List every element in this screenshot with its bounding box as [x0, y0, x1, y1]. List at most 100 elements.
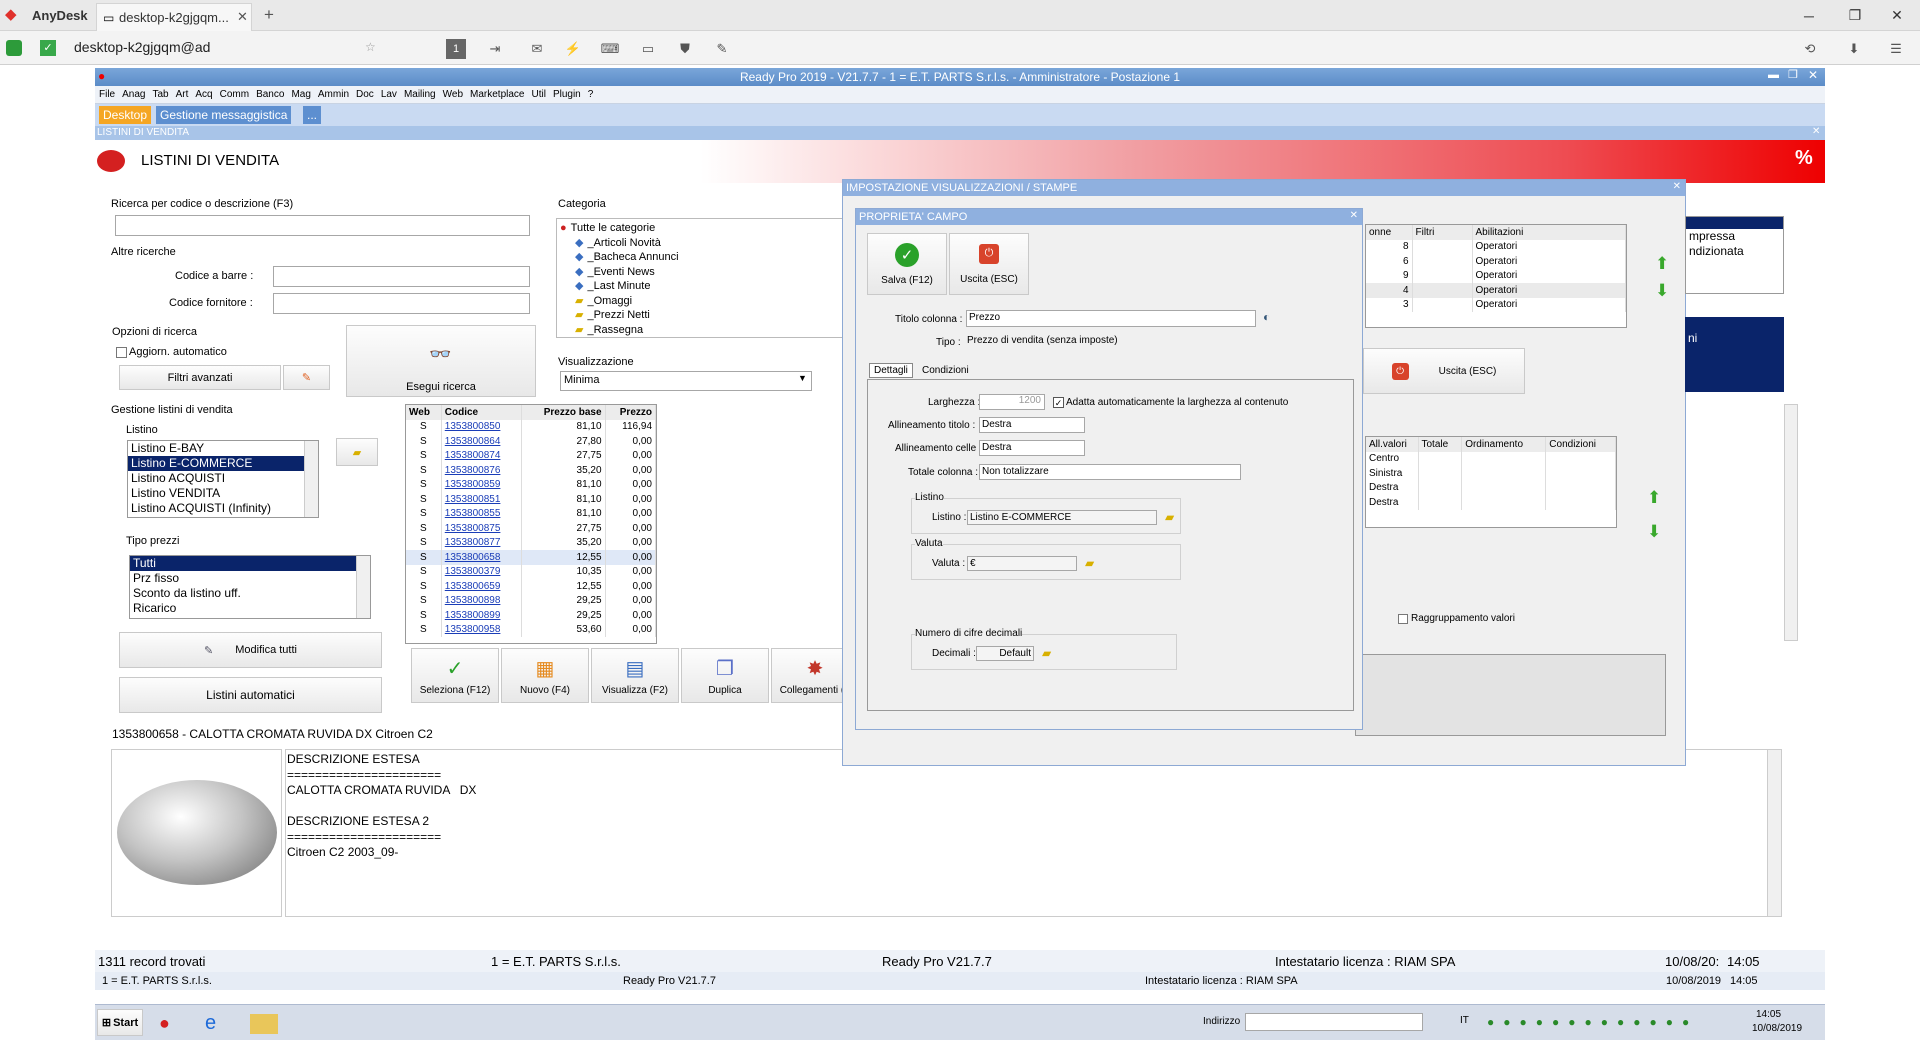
- articoli-grid[interactable]: Web Codice Prezzo base Prezzo S 1353800850 81…: [405, 404, 657, 644]
- table-row[interactable]: S 1353800379 10,35 0,00: [406, 564, 656, 579]
- menu-6[interactable]: Banco: [252, 86, 287, 100]
- grid-header[interactable]: Prezzo: [605, 405, 656, 420]
- close-window-icon[interactable]: ✕: [1874, 0, 1920, 31]
- category-item[interactable]: ◆ _Last Minute: [557, 279, 845, 294]
- right-option-2[interactable]: ndizionata: [1686, 244, 1783, 259]
- valuta-folder-icon[interactable]: ▰: [1085, 556, 1094, 570]
- uscita-button[interactable]: ⏻ Uscita (ESC): [949, 233, 1029, 295]
- tab-dettagli[interactable]: Dettagli: [869, 363, 913, 378]
- table-row[interactable]: S 1353800877 35,20 0,00: [406, 535, 656, 550]
- decimali-folder-icon[interactable]: ▰: [1042, 646, 1051, 660]
- table-row[interactable]: Sinistra: [1366, 466, 1616, 481]
- window-close-icon[interactable]: ✕: [1812, 126, 1820, 137]
- menu-icon[interactable]: ☰: [1886, 39, 1906, 59]
- app-restore-icon[interactable]: ❐: [1788, 68, 1798, 81]
- filtri-button[interactable]: Filtri avanzati: [119, 365, 281, 390]
- fornitore-input[interactable]: [273, 293, 530, 314]
- grid-header[interactable]: Prezzo base: [521, 405, 606, 420]
- download-icon[interactable]: ⬇: [1844, 39, 1864, 59]
- table-row[interactable]: S 1353800898 29,25 0,00: [406, 593, 656, 608]
- listino-item[interactable]: Listino ACQUISTI: [128, 471, 318, 486]
- titolo-input[interactable]: Prezzo: [966, 310, 1256, 327]
- chat-icon[interactable]: ✉: [527, 39, 547, 59]
- category-item[interactable]: ● Tutte le categorie: [557, 221, 845, 236]
- readypro-taskbar-icon[interactable]: ●: [159, 1013, 170, 1034]
- esegui-ricerca-button[interactable]: 👓 Esegui ricerca: [346, 325, 536, 397]
- decimali-field[interactable]: Default: [976, 646, 1034, 661]
- allin-celle-select[interactable]: Destra: [979, 440, 1085, 456]
- visualizzazione-select[interactable]: Minima: [560, 371, 812, 391]
- move-down-icon[interactable]: ⬇: [1655, 281, 1669, 301]
- imp-top-header[interactable]: Filtri: [1412, 225, 1473, 240]
- close-tab-icon[interactable]: ✕: [237, 9, 248, 25]
- salva-button[interactable]: ✓ Salva (F12): [867, 233, 947, 295]
- display-icon[interactable]: ▭: [638, 39, 658, 59]
- category-item[interactable]: ◆ _Bacheca Annunci: [557, 250, 845, 265]
- table-row[interactable]: Centro: [1366, 451, 1616, 466]
- grid-header[interactable]: Web: [406, 405, 442, 420]
- switch-icon[interactable]: ⇥: [485, 39, 505, 59]
- display-1-icon[interactable]: 1: [446, 39, 466, 59]
- campi-bottom-grid[interactable]: All.valori Totale Ordinamento Condizioni Cen…: [1365, 436, 1617, 528]
- table-row[interactable]: S 1353800876 35,20 0,00: [406, 463, 656, 478]
- app-close-icon[interactable]: ✕: [1808, 68, 1818, 82]
- table-row[interactable]: 9 Operatori: [1366, 268, 1626, 283]
- move-up-icon-2[interactable]: ⬆: [1647, 488, 1661, 508]
- listini-automatici-button[interactable]: Listini automatici: [119, 677, 382, 713]
- right-option-1[interactable]: mpressa: [1686, 229, 1783, 244]
- session-tab[interactable]: ▭ desktop-k2gjgqm... ✕: [96, 3, 252, 31]
- right-selected-list[interactable]: ni: [1685, 317, 1784, 392]
- start-button[interactable]: ⊞ Start: [97, 1009, 143, 1036]
- menu-5[interactable]: Comm: [216, 86, 252, 100]
- table-row[interactable]: S 1353800899 29,25 0,00: [406, 608, 656, 623]
- listino-item[interactable]: Listino ACQUISTI (Infinity): [128, 501, 318, 516]
- table-row[interactable]: Destra: [1366, 480, 1616, 495]
- permissions-icon[interactable]: ⛊: [675, 39, 695, 59]
- filter-clear-button[interactable]: ✎: [283, 365, 330, 390]
- tab-desktop[interactable]: Desktop: [99, 106, 152, 124]
- category-item[interactable]: ◆ _Articoli Novità: [557, 236, 845, 251]
- category-item[interactable]: ▰ _Omaggi: [557, 294, 845, 309]
- listino-field[interactable]: Listino E-COMMERCE: [967, 510, 1157, 525]
- app-minimize-icon[interactable]: ▬: [1768, 69, 1779, 81]
- menu-16[interactable]: ?: [584, 86, 597, 100]
- category-item[interactable]: ▰ _Prezzi Netti: [557, 308, 845, 323]
- tipo-item[interactable]: Sconto da listino uff.: [130, 586, 370, 601]
- table-row[interactable]: S 1353800850 81,10 116,94: [406, 419, 656, 434]
- listino-item[interactable]: Listino VENDITA: [128, 486, 318, 501]
- draw-icon[interactable]: ✎: [712, 39, 732, 59]
- listino-folder-button[interactable]: ▰: [336, 438, 378, 466]
- search-input[interactable]: [115, 215, 530, 236]
- imp-top-header[interactable]: onne: [1366, 225, 1413, 240]
- adatta-checkbox[interactable]: ✓: [1053, 397, 1064, 408]
- campi-top-grid[interactable]: onne Filtri Abilitazioni 8 Operatori 6 Operato…: [1365, 224, 1627, 328]
- modifica-tutti-button[interactable]: ✎ Modifica tutti: [119, 632, 382, 668]
- table-row[interactable]: Destra: [1366, 495, 1616, 510]
- menu-1[interactable]: Anag: [118, 86, 148, 100]
- table-row[interactable]: 6 Operatori: [1366, 254, 1626, 269]
- menu-9[interactable]: Doc: [352, 86, 377, 100]
- action-button-2[interactable]: ▤ Visualizza (F2): [591, 648, 679, 703]
- category-item[interactable]: ▰ _Rassegna: [557, 323, 845, 338]
- barcode-input[interactable]: [273, 266, 530, 287]
- menu-13[interactable]: Marketplace: [466, 86, 527, 100]
- totale-select[interactable]: Non totalizzare: [979, 464, 1241, 480]
- tipo-item[interactable]: Tutti: [130, 556, 370, 571]
- imp-uscita-button[interactable]: ⏻ Uscita (ESC): [1363, 348, 1525, 394]
- table-row[interactable]: S 1353800958 53,60 0,00: [406, 622, 656, 637]
- category-item[interactable]: ◆ _Eventi News: [557, 265, 845, 280]
- new-tab-icon[interactable]: +: [264, 5, 274, 25]
- table-row[interactable]: S 1353800859 81,10 0,00: [406, 477, 656, 492]
- valuta-field[interactable]: €: [967, 556, 1077, 571]
- action-button-3[interactable]: ❐ Duplica: [681, 648, 769, 703]
- categoria-tree[interactable]: ● Tutte le categorie ◆ _Articoli Novità ◆ _Ba…: [556, 218, 846, 338]
- explorer-taskbar-icon[interactable]: [250, 1014, 278, 1034]
- detail-scrollbar[interactable]: [1767, 750, 1781, 916]
- imp-bottom-header[interactable]: Totale: [1418, 437, 1463, 452]
- tab-condizioni[interactable]: Condizioni: [918, 364, 973, 377]
- menu-10[interactable]: Lav: [377, 86, 400, 100]
- listino-folder-icon[interactable]: ▰: [1165, 510, 1174, 524]
- allin-titolo-select[interactable]: Destra: [979, 417, 1085, 433]
- listino-item[interactable]: Listino E-BAY: [128, 441, 318, 456]
- tipo-item[interactable]: Ricarico: [130, 601, 370, 616]
